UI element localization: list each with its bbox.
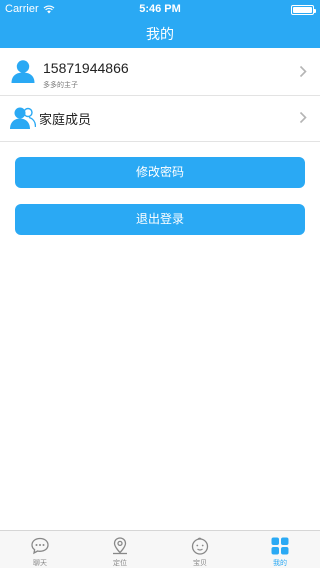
logout-button[interactable]: 退出登录 bbox=[15, 204, 305, 235]
tab-baby[interactable]: 宝贝 bbox=[160, 531, 240, 568]
tab-chat[interactable]: 聊天 bbox=[0, 531, 80, 568]
chevron-right-icon bbox=[299, 111, 307, 124]
tab-label: 我的 bbox=[273, 559, 287, 567]
profile-row[interactable]: 15871944866 多多的主子 bbox=[0, 48, 320, 96]
battery-level bbox=[293, 7, 312, 13]
tab-location[interactable]: 定位 bbox=[80, 531, 160, 568]
tab-mine[interactable]: 我的 bbox=[240, 531, 320, 568]
profile-phone: 15871944866 bbox=[43, 60, 129, 76]
grid-icon bbox=[271, 537, 289, 555]
change-password-button[interactable]: 修改密码 bbox=[15, 157, 305, 188]
family-members-icon bbox=[10, 107, 36, 129]
user-avatar-icon bbox=[11, 60, 35, 83]
family-members-label: 家庭成员 bbox=[39, 113, 92, 128]
profile-subtitle: 多多的主子 bbox=[43, 81, 78, 89]
tab-label: 聊天 bbox=[33, 559, 47, 567]
baby-icon bbox=[191, 537, 209, 555]
tab-bar: 聊天 定位 宝贝 我的 bbox=[0, 530, 320, 568]
battery-icon bbox=[291, 5, 316, 15]
tab-label: 定位 bbox=[113, 559, 127, 567]
tab-label: 宝贝 bbox=[193, 559, 207, 567]
location-icon bbox=[113, 537, 127, 555]
status-time: 5:46 PM bbox=[139, 3, 181, 15]
chat-icon bbox=[31, 537, 49, 555]
status-bar: Carrier 5:46 PM bbox=[0, 0, 320, 20]
page-title: 我的 bbox=[146, 27, 174, 43]
header: Carrier 5:46 PM 我的 bbox=[0, 0, 320, 48]
family-members-row[interactable]: 家庭成员 bbox=[0, 96, 320, 142]
chevron-right-icon bbox=[299, 65, 307, 78]
